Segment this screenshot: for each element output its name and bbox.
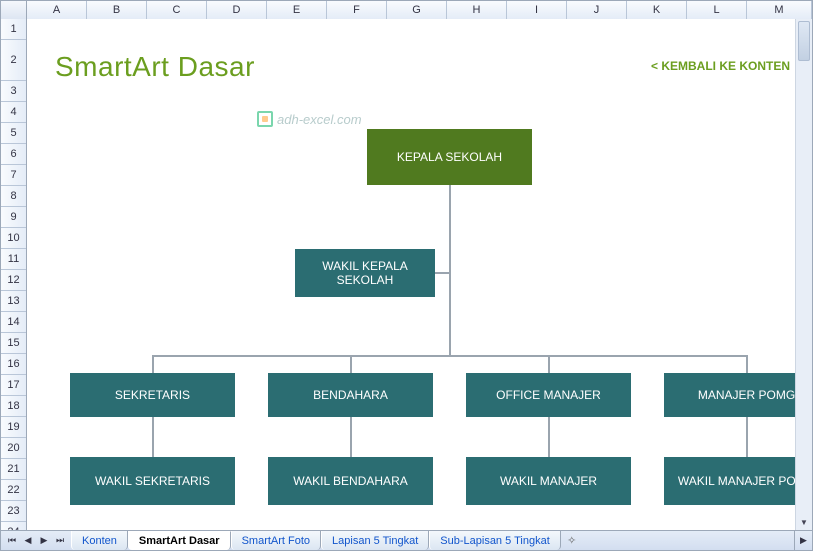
column-header[interactable]: J bbox=[567, 1, 627, 19]
row-header[interactable]: 16 bbox=[1, 354, 26, 375]
column-header[interactable]: C bbox=[147, 1, 207, 19]
column-header[interactable]: E bbox=[267, 1, 327, 19]
org-node-assistant[interactable]: WAKIL KEPALA SEKOLAH bbox=[295, 249, 435, 297]
org-node-sub-3[interactable]: WAKIL MANAJER POMG bbox=[664, 457, 812, 505]
sheet-tab[interactable]: SmartArt Foto bbox=[231, 531, 321, 550]
sheet-canvas: SmartArt Dasar < KEMBALI KE KONTEN adh-e… bbox=[27, 19, 812, 530]
connector bbox=[152, 355, 154, 373]
tab-first-button[interactable]: ⏮ bbox=[5, 534, 19, 548]
org-node-sub-0[interactable]: WAKIL SEKRETARIS bbox=[70, 457, 235, 505]
sheet-tab[interactable]: Konten bbox=[71, 531, 128, 550]
column-header[interactable]: H bbox=[447, 1, 507, 19]
row-header[interactable]: 10 bbox=[1, 228, 26, 249]
row-header[interactable]: 18 bbox=[1, 396, 26, 417]
scroll-thumb[interactable] bbox=[798, 21, 810, 61]
row-header[interactable]: 19 bbox=[1, 417, 26, 438]
row-header[interactable]: 4 bbox=[1, 102, 26, 123]
row-header[interactable]: 14 bbox=[1, 312, 26, 333]
sheet-tab[interactable]: SmartArt Dasar bbox=[128, 531, 231, 550]
org-node-child-0[interactable]: SEKRETARIS bbox=[70, 373, 235, 417]
row-header[interactable]: 21 bbox=[1, 459, 26, 480]
tab-last-button[interactable]: ⏭ bbox=[53, 534, 67, 548]
sheet-tab-bar: ⏮ ◀ ▶ ⏭ KontenSmartArt DasarSmartArt Fot… bbox=[1, 530, 812, 550]
row-header[interactable]: 3 bbox=[1, 81, 26, 102]
row-header-column: 123456789101112131415161718192021222324 bbox=[1, 19, 27, 530]
column-header[interactable]: A bbox=[27, 1, 87, 19]
connector bbox=[350, 355, 352, 373]
column-header-row: ABCDEFGHIJKLM bbox=[1, 1, 812, 19]
org-node-label: WAKIL MANAJER POMG bbox=[678, 474, 812, 488]
tab-nav-group: ⏮ ◀ ▶ ⏭ bbox=[1, 531, 71, 550]
org-node-child-1[interactable]: BENDAHARA bbox=[268, 373, 433, 417]
column-header[interactable]: I bbox=[507, 1, 567, 19]
row-header[interactable]: 11 bbox=[1, 249, 26, 270]
new-sheet-button[interactable]: ✧ bbox=[561, 531, 583, 550]
org-node-child-2[interactable]: OFFICE MANAJER bbox=[466, 373, 631, 417]
column-header[interactable]: D bbox=[207, 1, 267, 19]
connector bbox=[548, 417, 550, 457]
connector bbox=[548, 355, 550, 373]
row-header[interactable]: 22 bbox=[1, 480, 26, 501]
row-header[interactable]: 6 bbox=[1, 144, 26, 165]
org-node-label: WAKIL BENDAHARA bbox=[293, 474, 407, 488]
org-node-label: WAKIL SEKRETARIS bbox=[95, 474, 210, 488]
row-header[interactable]: 7 bbox=[1, 165, 26, 186]
row-header[interactable]: 23 bbox=[1, 501, 26, 522]
row-header[interactable]: 13 bbox=[1, 291, 26, 312]
watermark-text: adh-excel.com bbox=[277, 112, 362, 127]
sheet-tab[interactable]: Lapisan 5 Tingkat bbox=[321, 531, 429, 550]
org-node-label: WAKIL KEPALA SEKOLAH bbox=[303, 259, 427, 287]
connector bbox=[449, 185, 451, 355]
connector bbox=[746, 355, 748, 373]
select-all-corner[interactable] bbox=[1, 1, 27, 19]
scroll-down-button[interactable]: ▼ bbox=[796, 514, 812, 530]
vertical-scrollbar[interactable]: ▲ ▼ bbox=[795, 19, 812, 530]
row-header[interactable]: 2 bbox=[1, 40, 26, 81]
row-header[interactable]: 1 bbox=[1, 19, 26, 40]
column-header[interactable]: M bbox=[747, 1, 812, 19]
column-header[interactable]: F bbox=[327, 1, 387, 19]
row-header[interactable]: 8 bbox=[1, 186, 26, 207]
page-title: SmartArt Dasar bbox=[55, 51, 255, 83]
org-node-label: OFFICE MANAJER bbox=[496, 388, 601, 402]
watermark: adh-excel.com bbox=[257, 111, 362, 127]
connector bbox=[152, 417, 154, 457]
org-node-child-3[interactable]: MANAJER POMG bbox=[664, 373, 812, 417]
spreadsheet-window: ABCDEFGHIJKLM 12345678910111213141516171… bbox=[0, 0, 813, 551]
org-node-label: WAKIL MANAJER bbox=[500, 474, 597, 488]
connector bbox=[746, 417, 748, 457]
org-node-label: SEKRETARIS bbox=[115, 388, 190, 402]
row-header[interactable]: 5 bbox=[1, 123, 26, 144]
tab-prev-button[interactable]: ◀ bbox=[21, 534, 35, 548]
column-header[interactable]: B bbox=[87, 1, 147, 19]
connector bbox=[350, 417, 352, 457]
connector bbox=[152, 355, 747, 357]
org-node-root[interactable]: KEPALA SEKOLAH bbox=[367, 129, 532, 185]
sheet-tab[interactable]: Sub-Lapisan 5 Tingkat bbox=[429, 531, 560, 550]
row-header[interactable]: 17 bbox=[1, 375, 26, 396]
org-node-label: BENDAHARA bbox=[313, 388, 388, 402]
row-header[interactable]: 20 bbox=[1, 438, 26, 459]
column-header[interactable]: L bbox=[687, 1, 747, 19]
org-node-label: KEPALA SEKOLAH bbox=[397, 150, 502, 164]
column-header[interactable]: G bbox=[387, 1, 447, 19]
tabs-host: KontenSmartArt DasarSmartArt FotoLapisan… bbox=[71, 531, 561, 550]
back-to-contents-link[interactable]: < KEMBALI KE KONTEN bbox=[651, 59, 790, 73]
row-header[interactable]: 9 bbox=[1, 207, 26, 228]
column-header[interactable]: K bbox=[627, 1, 687, 19]
connector bbox=[435, 272, 451, 274]
watermark-icon bbox=[257, 111, 273, 127]
tab-next-button[interactable]: ▶ bbox=[37, 534, 51, 548]
hscroll-right-button[interactable]: ▶ bbox=[794, 531, 812, 550]
org-node-sub-2[interactable]: WAKIL MANAJER bbox=[466, 457, 631, 505]
org-node-label: MANAJER POMG bbox=[698, 388, 795, 402]
org-node-sub-1[interactable]: WAKIL BENDAHARA bbox=[268, 457, 433, 505]
org-chart: KEPALA SEKOLAH WAKIL KEPALA SEKOLAH SEKR… bbox=[57, 129, 792, 530]
row-header[interactable]: 12 bbox=[1, 270, 26, 291]
row-header[interactable]: 15 bbox=[1, 333, 26, 354]
